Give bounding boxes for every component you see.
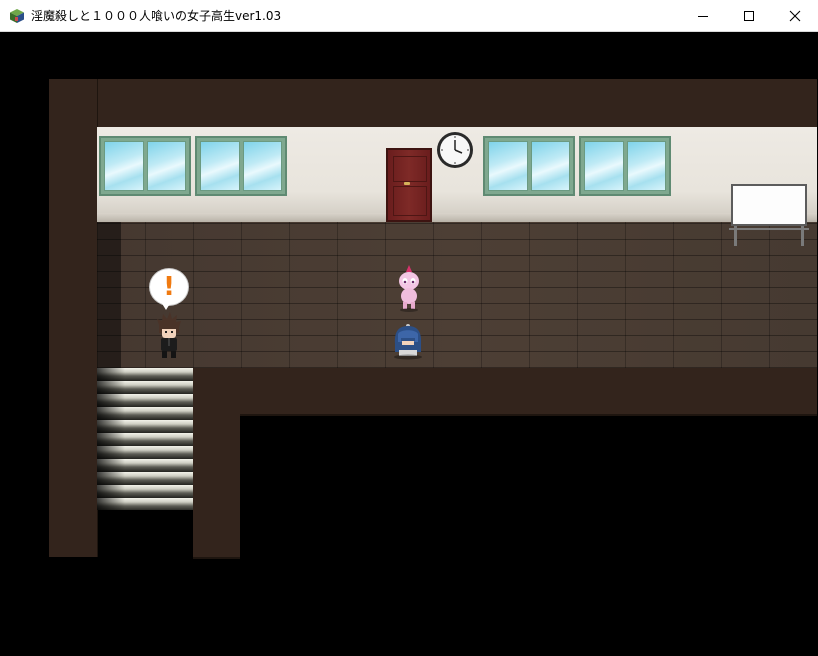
blue-haired-schoolgirl-sprite[interactable]	[390, 320, 426, 360]
exclamation-bubble: !	[149, 268, 189, 306]
schoolboy-player-sprite[interactable]	[153, 311, 185, 359]
classroom-door[interactable]	[386, 148, 432, 222]
close-button[interactable]	[772, 0, 818, 31]
wall-left	[49, 79, 98, 557]
hallway-window	[579, 136, 671, 196]
exclamation-mark: !	[163, 272, 175, 302]
wall-clock-icon	[437, 132, 473, 168]
whiteboard[interactable]	[731, 184, 807, 226]
minimize-icon	[698, 15, 708, 17]
close-icon	[789, 10, 801, 21]
pink-demon-sprite[interactable]	[393, 264, 425, 312]
maximize-icon	[744, 10, 754, 21]
staircase-shadow	[97, 368, 137, 510]
wall-stair-divider	[193, 368, 240, 559]
hallway-window	[99, 136, 191, 196]
wall-lower-ledge	[193, 368, 817, 416]
window-controls	[680, 0, 818, 31]
hallway-window	[483, 136, 575, 196]
hallway-window	[195, 136, 287, 196]
window-title: 淫魔殺しと１０００人喰いの女子高生ver1.03	[31, 9, 282, 23]
window-titlebar: 淫魔殺しと１０００人喰いの女子高生ver1.03	[0, 0, 818, 32]
floor-shadow	[97, 222, 121, 368]
game-cube-icon	[10, 8, 24, 23]
game-canvas[interactable]: !	[1, 32, 817, 655]
baseboard	[97, 213, 817, 222]
wall-top	[49, 79, 817, 127]
hallway-floor	[97, 222, 817, 368]
maximize-button[interactable]	[726, 0, 772, 31]
minimize-button[interactable]	[680, 0, 726, 31]
whiteboard-base	[729, 228, 809, 230]
bubble-tail	[161, 302, 171, 310]
